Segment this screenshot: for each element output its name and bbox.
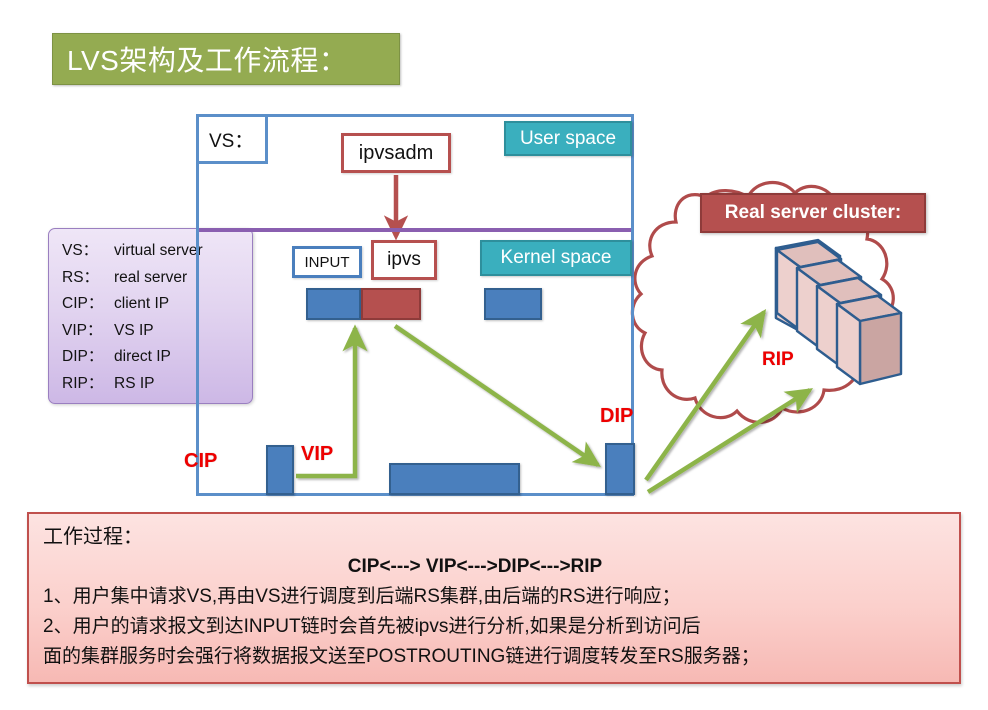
ipvsadm-label: ipvsadm xyxy=(358,141,434,164)
user-space-label-box: User space xyxy=(504,121,632,156)
dip-to-rs-arrow-upper xyxy=(644,309,767,482)
server-stack-render xyxy=(775,240,903,386)
server-stack xyxy=(774,238,842,332)
page-title-banner: LVS架构及工作流程： xyxy=(52,33,400,85)
kernel-rect xyxy=(484,288,542,320)
vip-label: VIP xyxy=(301,443,334,465)
ipvs-label: ipvs xyxy=(387,249,421,270)
process-flow-line: CIP<---> VIP<--->DIP<--->RIP xyxy=(347,556,603,577)
legend-value: RS IP xyxy=(114,374,155,392)
kernel-space-label-box: Kernel space xyxy=(480,240,632,276)
dip-label: DIP xyxy=(600,405,634,427)
server-box xyxy=(775,240,843,332)
user-kernel-divider xyxy=(199,228,631,232)
process-line: 面的集群服务时会强行将数据报文送至POSTROUTING链进行调度转发至RS服务… xyxy=(43,646,760,667)
legend-key: RIP： xyxy=(62,374,104,392)
cip-label: CIP xyxy=(184,450,218,472)
input-label: INPUT xyxy=(304,253,350,271)
vs-label-box: VS： xyxy=(196,114,268,164)
user-space-label: User space xyxy=(519,127,617,149)
legend-value: virtual server xyxy=(114,242,203,259)
server-box xyxy=(815,276,883,368)
process-title: 工作过程： xyxy=(43,526,143,548)
input-chain-box: INPUT xyxy=(292,246,362,278)
input-chain-rect xyxy=(306,288,361,320)
kernel-space-label: Kernel space xyxy=(500,247,612,268)
ipvs-box: ipvs xyxy=(371,240,437,280)
real-server-cluster-label: Real server cluster: xyxy=(724,202,902,223)
legend-key: VS： xyxy=(62,242,99,259)
legend-value: VS IP xyxy=(114,321,154,339)
legend-key: RS： xyxy=(62,268,100,286)
vip-interface-rect xyxy=(266,445,294,495)
rip-label: RIP xyxy=(762,349,794,370)
legend-key: VIP： xyxy=(62,321,103,339)
legend-value: direct IP xyxy=(114,348,171,365)
legend-value: real server xyxy=(114,268,188,286)
ipvsadm-box: ipvsadm xyxy=(341,133,451,173)
server-box xyxy=(795,258,863,350)
dip-interface-rect xyxy=(605,443,635,495)
page-title: LVS架构及工作流程： xyxy=(67,45,348,76)
legend-key: CIP： xyxy=(62,295,104,312)
real-server-cluster-box: Real server cluster: xyxy=(700,193,926,233)
process-line: 2、用户的请求报文到达INPUT链时会首先被ipvs进行分析,如果是分析到访问后 xyxy=(43,616,701,637)
server-box xyxy=(774,238,842,332)
vs-label: VS： xyxy=(209,130,254,152)
ipvs-rect xyxy=(361,288,421,320)
server-box xyxy=(835,294,903,386)
legend-key: DIP： xyxy=(62,348,104,365)
process-line: 1、用户集中请求VS,再由VS进行调度到后端RS集群,由后端的RS进行响应； xyxy=(43,586,681,607)
middle-rect xyxy=(389,463,520,495)
dip-to-rs-arrow-lower xyxy=(646,388,814,494)
work-process-box: 工作过程： CIP<---> VIP<--->DIP<--->RIP 1、用户集… xyxy=(27,512,961,684)
legend-value: client IP xyxy=(114,295,170,312)
